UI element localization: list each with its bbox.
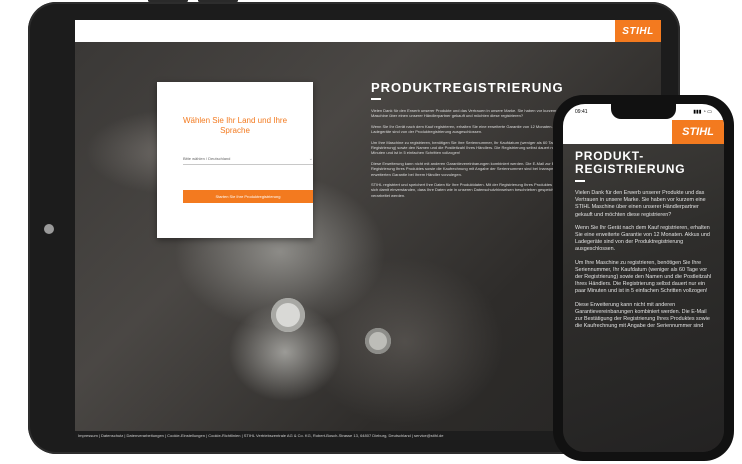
mobile-title-line: REGISTRIERUNG	[575, 162, 686, 176]
phone-notch	[611, 104, 676, 119]
mobile-registration-info: PRODUKT- REGISTRIERUNG Vielen Dank für d…	[575, 150, 715, 336]
mobile-page-title: PRODUKT- REGISTRIERUNG	[575, 150, 715, 176]
info-paragraph: STIHL registriert und speichert Ihre Dat…	[371, 182, 575, 198]
stihl-logo[interactable]: STIHL	[615, 20, 661, 42]
info-paragraph: Wenn Sie Ihr Gerät nach dem Kauf registr…	[371, 123, 573, 135]
machine-part-icon	[271, 298, 305, 332]
mobile-info-paragraph: Diese Erweiterung kann nicht mit anderen…	[575, 301, 710, 330]
tablet-volume-button	[148, 0, 188, 2]
page-title: PRODUKTREGISTRIERUNG	[371, 80, 564, 95]
site-header	[75, 20, 661, 42]
info-paragraph: Vielen Dank für den Erwerb unserer Produ…	[371, 108, 578, 119]
info-paragraph: Diese Erweiterung kann nicht mit anderen…	[371, 160, 580, 177]
stihl-logo-mobile[interactable]: STIHL	[672, 120, 724, 144]
status-time: 09:41	[575, 109, 588, 115]
mobile-info-paragraph: Wenn Sie Ihr Gerät nach dem Kauf registr…	[575, 224, 710, 253]
chevron-down-icon: ⌄	[308, 156, 313, 162]
machine-part-icon	[365, 328, 391, 354]
country-select-value: Bitte wählen / Deutschland	[183, 156, 231, 161]
registration-info: PRODUKTREGISTRIERUNG Vielen Dank für den…	[371, 80, 581, 203]
start-registration-button[interactable]: Starten Sie Ihre Produktregistrierung	[183, 190, 313, 203]
title-underline	[371, 98, 381, 100]
mobile-title-underline	[575, 180, 585, 182]
tablet-power-button	[198, 0, 238, 2]
info-paragraph: Um Ihre Maschine zu registrieren, benöti…	[371, 139, 572, 156]
mobile-info-paragraph: Um Ihre Maschine zu registrieren, benöti…	[575, 259, 712, 295]
card-title: Wählen Sie Ihr Land und Ihre Sprache	[182, 116, 288, 135]
phone-screen: 09:41 ▮▮▮ ◔ ▭ STIHL PRODUKT- REGISTRIERU…	[563, 104, 724, 452]
phone-device: 09:41 ▮▮▮ ◔ ▭ STIHL PRODUKT- REGISTRIERU…	[553, 95, 734, 461]
tablet-camera-icon	[44, 224, 54, 234]
country-language-card: Wählen Sie Ihr Land und Ihre Sprache Bit…	[157, 82, 313, 238]
status-icons: ▮▮▮ ◔ ▭	[693, 109, 712, 115]
country-select[interactable]: Bitte wählen / Deutschland ⌄	[183, 154, 313, 165]
mobile-info-paragraph: Vielen Dank für den Erwerb unserer Produ…	[575, 190, 706, 218]
